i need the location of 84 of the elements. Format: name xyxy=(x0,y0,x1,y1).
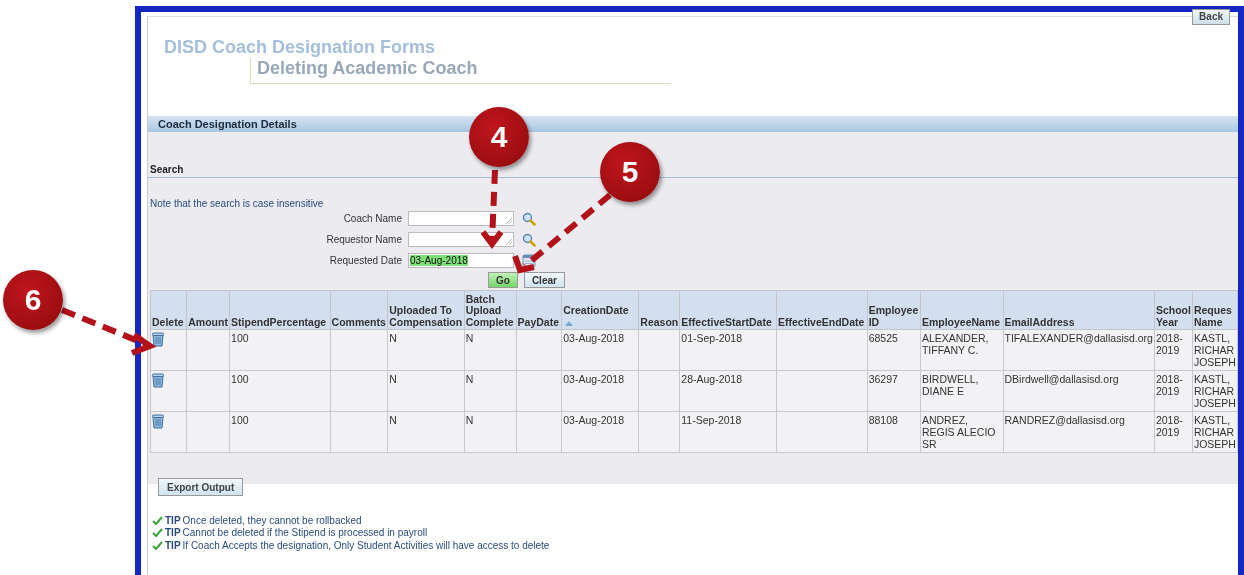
field-label: Requested Date xyxy=(329,255,402,266)
table-cell xyxy=(516,411,562,453)
column-header[interactable]: Employee ID xyxy=(867,290,921,330)
tip-text: If Coach Accepts the designation, Only Student Activities will have access to delete xyxy=(182,539,550,551)
table-cell: ANDREZ, REGIS ALECIO SR xyxy=(920,411,1003,453)
table-cell: 03-Aug-2018 xyxy=(561,411,639,453)
go-button[interactable]: Go xyxy=(488,272,518,288)
search-note: Note that the search is case insensitive xyxy=(150,198,324,209)
table-cell: N xyxy=(464,411,517,453)
column-header[interactable]: Amount xyxy=(186,290,230,330)
table-cell: 2018-2019 xyxy=(1154,329,1193,371)
table-cell: N xyxy=(464,370,517,412)
table-cell: N xyxy=(387,329,465,371)
column-header[interactable]: EmailAddress xyxy=(1003,290,1155,330)
field-label: Requestor Name xyxy=(326,234,402,245)
column-header[interactable]: StipendPercentage xyxy=(229,290,331,330)
step-badge: 6 xyxy=(3,270,63,330)
table-cell: 2018-2019 xyxy=(1154,411,1193,453)
table-cell xyxy=(516,329,562,371)
trash-icon[interactable] xyxy=(152,373,164,388)
table-cell: KASTL, RICHAR JOSEPH xyxy=(1192,370,1238,412)
column-header[interactable]: Comments xyxy=(330,290,388,330)
check-icon xyxy=(152,528,163,538)
tip-text: Cannot be deleted if the Stipend is processed in payroll xyxy=(182,527,428,539)
table-cell: 01-Sep-2018 xyxy=(679,329,777,371)
table-cell xyxy=(638,329,680,371)
column-header[interactable]: School Year xyxy=(1154,290,1193,330)
table-cell xyxy=(330,329,388,371)
table-cell: N xyxy=(387,411,465,453)
trash-icon[interactable] xyxy=(152,332,164,347)
tip-text: Once deleted, they cannot be rollbacked xyxy=(182,514,362,526)
table-cell xyxy=(330,370,388,412)
table-cell: 100 xyxy=(229,370,331,412)
table-cell: 28-Aug-2018 xyxy=(679,370,777,412)
search-icon[interactable] xyxy=(522,211,536,226)
table-cell: BIRDWELL, DIANE E xyxy=(920,370,1003,412)
column-header[interactable]: Reason xyxy=(638,290,680,330)
table-cell: 36297 xyxy=(867,370,921,412)
date-field[interactable]: 03-Aug-2018 xyxy=(408,253,514,268)
search-icon[interactable] xyxy=(522,232,536,247)
table-cell: RANDREZ@dallasisd.org xyxy=(1003,411,1155,453)
table-cell xyxy=(516,370,562,412)
table-cell xyxy=(638,411,680,453)
tip-label: TIP xyxy=(165,514,181,526)
table-cell xyxy=(638,370,680,412)
table-cell: KASTL, RICHAR JOSEPH xyxy=(1192,411,1238,453)
back-button[interactable]: Back xyxy=(1192,9,1230,25)
field-label: Coach Name xyxy=(343,213,402,224)
table-cell: DBirdwell@dallasisd.org xyxy=(1003,370,1155,412)
table-cell: 88108 xyxy=(867,411,921,453)
table-cell: N xyxy=(387,370,465,412)
resize-grip-icon xyxy=(506,218,512,224)
column-header[interactable]: EffectiveStartDate xyxy=(679,290,777,330)
table-cell: 11-Sep-2018 xyxy=(679,411,777,453)
table-cell xyxy=(330,411,388,453)
table-cell: 2018-2019 xyxy=(1154,370,1193,412)
check-icon xyxy=(152,515,163,525)
tip-label: TIP xyxy=(165,527,181,539)
column-header[interactable]: Delete xyxy=(150,290,187,330)
resize-grip-icon xyxy=(506,239,512,245)
column-header[interactable]: Reques Name xyxy=(1192,290,1238,330)
column-header[interactable]: EffectiveEndDate xyxy=(776,290,868,330)
table-cell: 100 xyxy=(229,411,331,453)
column-header[interactable]: PayDate xyxy=(516,290,562,330)
table-cell: 100 xyxy=(229,329,331,371)
table-cell: 03-Aug-2018 xyxy=(561,329,639,371)
table-cell: 03-Aug-2018 xyxy=(561,370,639,412)
table-cell: KASTL, RICHAR JOSEPH xyxy=(1192,329,1238,371)
column-header[interactable]: CreationDate xyxy=(561,290,639,330)
table-cell: TIFALEXANDER@dallasisd.org xyxy=(1003,329,1155,371)
column-header[interactable]: Uploaded To Compensation xyxy=(387,290,465,330)
column-header[interactable]: EmployeeName xyxy=(920,290,1003,330)
page-title: DISD Coach Designation Forms xyxy=(164,37,437,58)
page-subtitle: Deleting Academic Coach xyxy=(250,58,671,84)
table-cell: ALEXANDER, TIFFANY C. xyxy=(920,329,1003,371)
clear-button[interactable]: Clear xyxy=(523,272,565,288)
input-field[interactable] xyxy=(408,211,514,226)
trash-icon[interactable] xyxy=(152,414,164,429)
tip-label: TIP xyxy=(165,539,181,551)
check-icon xyxy=(152,540,163,550)
table-cell: N xyxy=(464,329,517,371)
export-button[interactable]: Export Output xyxy=(158,478,244,496)
column-header[interactable]: Batch Upload Complete xyxy=(464,290,517,330)
table-cell: 68525 xyxy=(867,329,921,371)
